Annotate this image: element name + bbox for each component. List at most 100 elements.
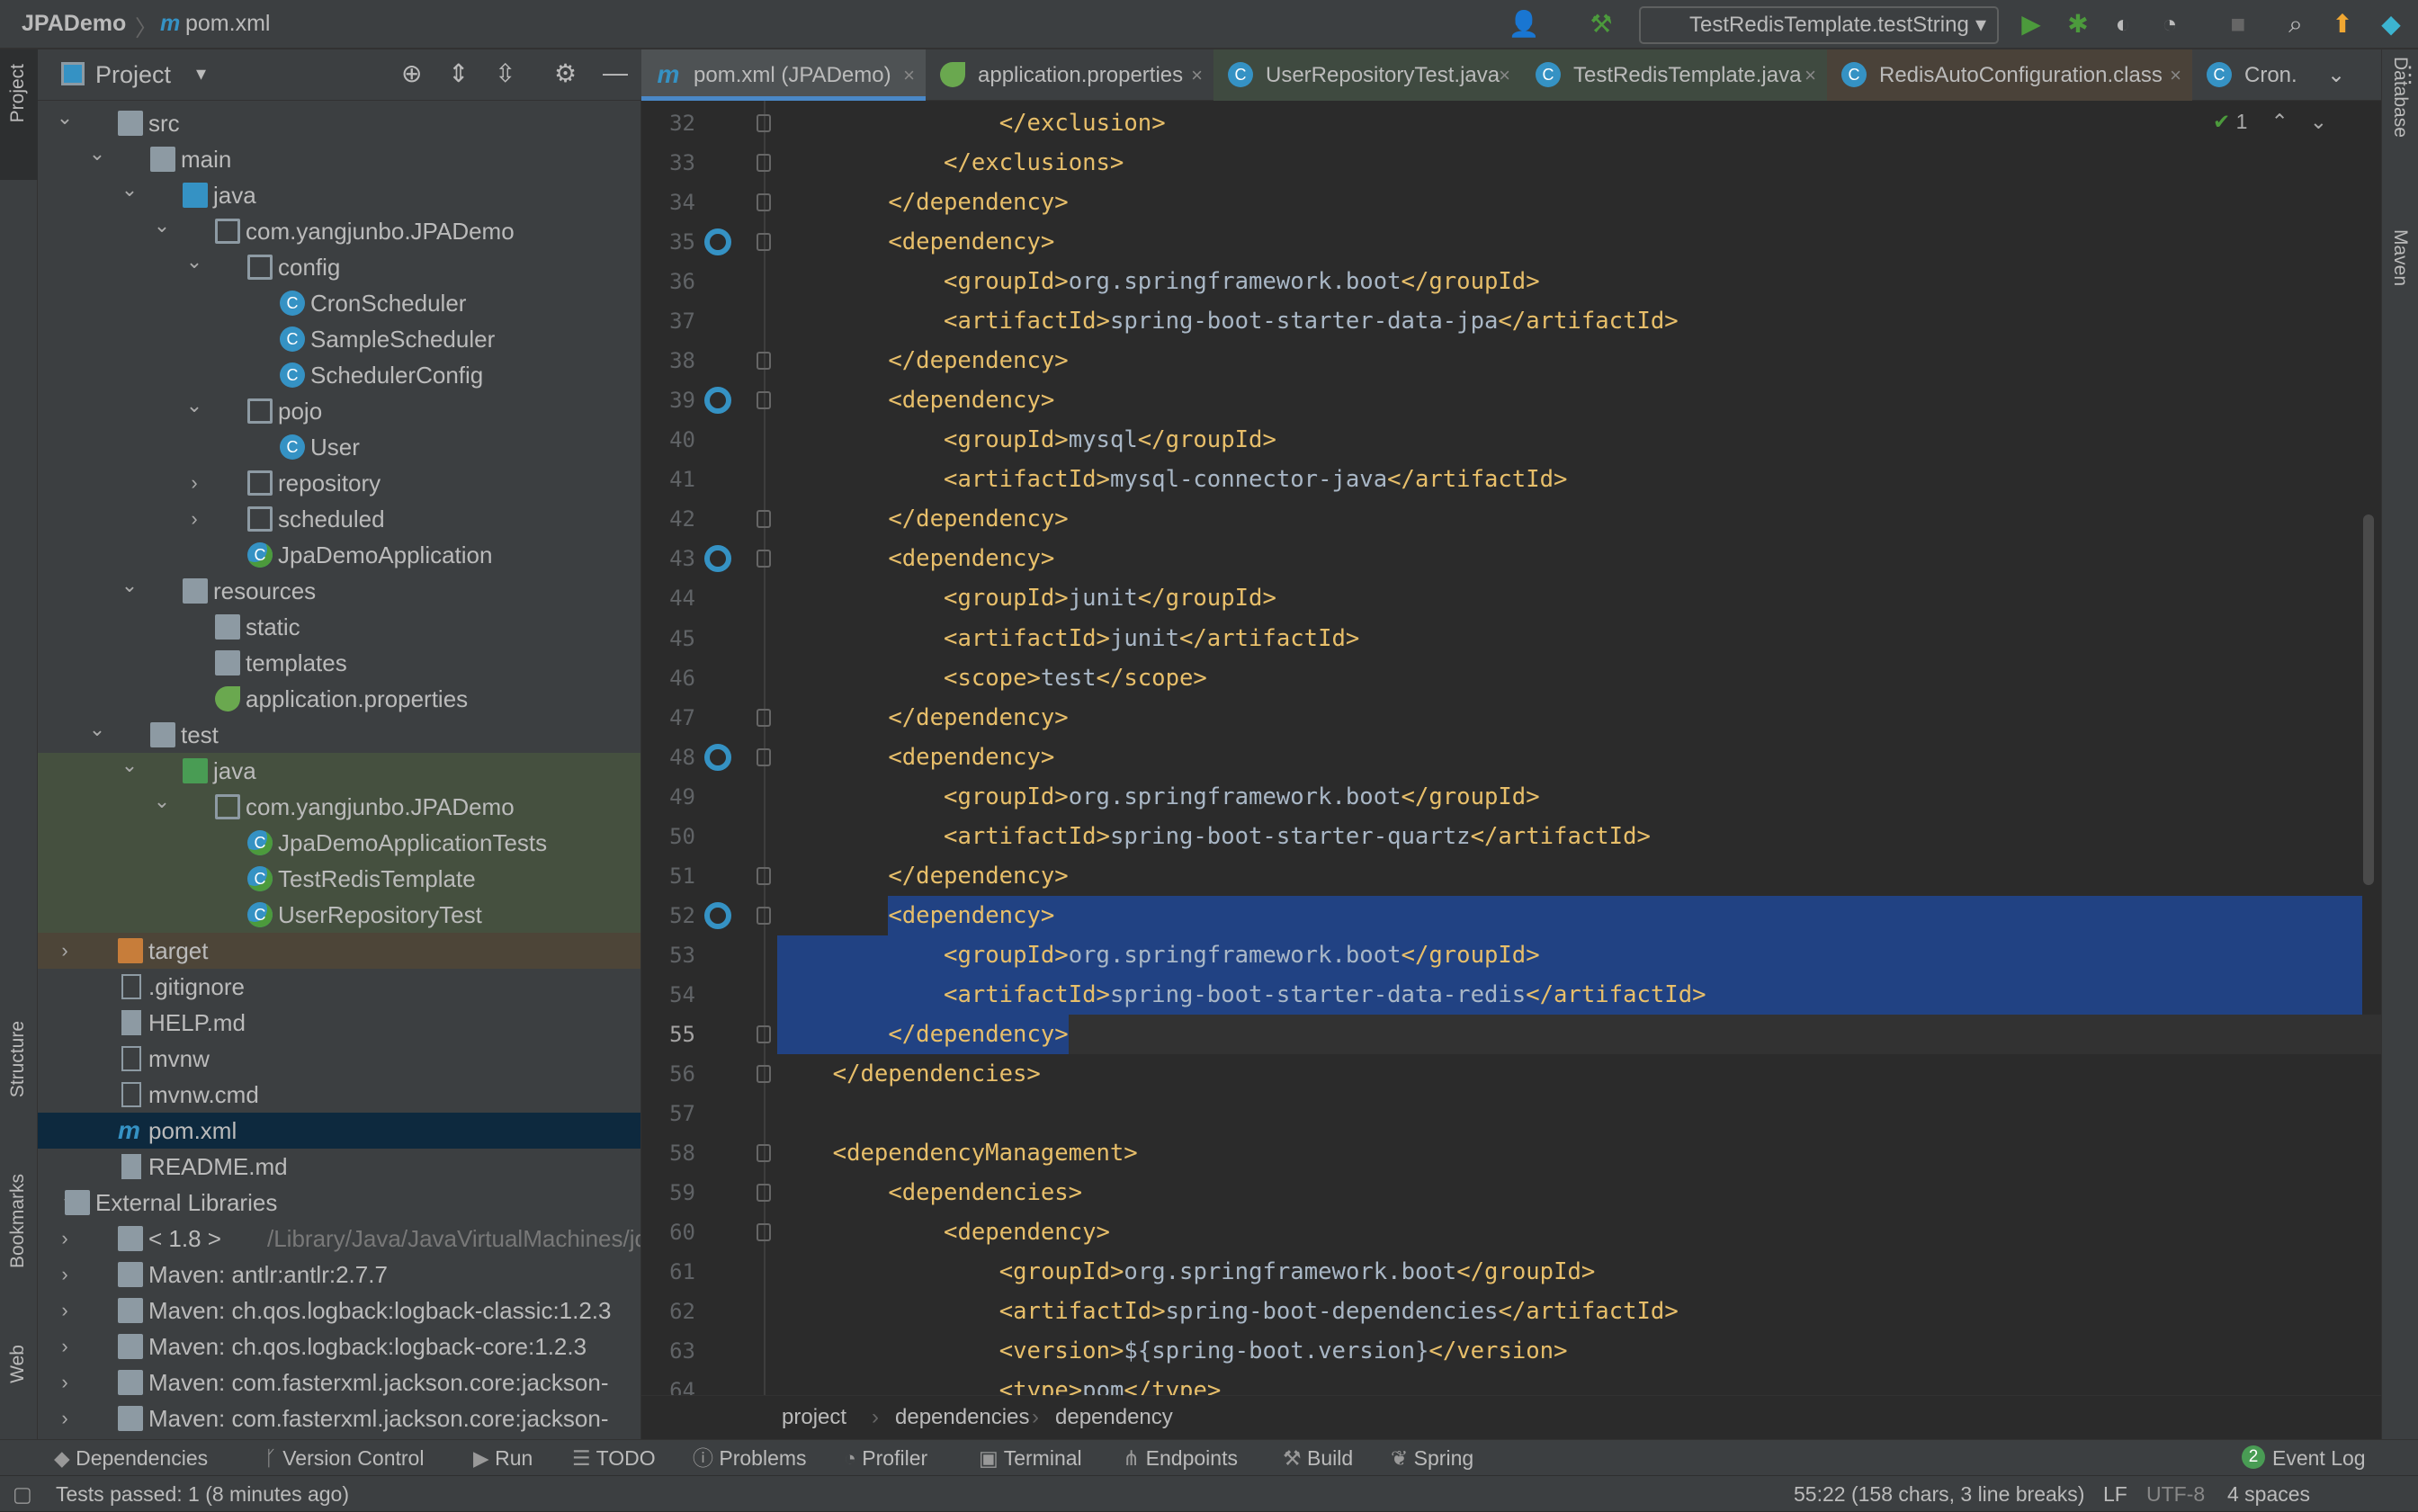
expand-all-icon[interactable]: ⇕ (448, 58, 469, 88)
maven-dependency-icon[interactable] (704, 228, 731, 256)
chevron-down-icon[interactable]: ⌄ (119, 568, 140, 604)
chevron-down-icon[interactable]: ⌄ (184, 244, 205, 280)
tool-problems[interactable]: ⓘ Problems (693, 1440, 807, 1476)
tool-todo[interactable]: ☰ TODO (572, 1440, 656, 1476)
status-message[interactable]: Tests passed: 1 (8 minutes ago) (56, 1476, 349, 1512)
hide-icon[interactable]: — (603, 58, 628, 87)
tree-item[interactable]: mvnw.cmd (38, 1077, 640, 1113)
tree-item[interactable]: › target (38, 933, 640, 969)
fold-marker-icon[interactable] (757, 550, 771, 568)
chevron-down-icon[interactable]: ⌄ (2310, 110, 2327, 133)
run-icon[interactable]: ▶ (2015, 9, 2047, 40)
tree-item[interactable]: C CronScheduler (38, 285, 640, 321)
tool-dependencies[interactable]: ◆ Dependencies (54, 1440, 208, 1476)
maven-dependency-icon[interactable] (704, 387, 731, 415)
line-separator[interactable]: LF (2103, 1476, 2127, 1512)
update-icon[interactable]: ⬆ (2326, 9, 2359, 40)
chevron-down-icon[interactable]: ⌄ (86, 711, 108, 747)
tree-item[interactable]: README.md (38, 1149, 640, 1185)
collapse-all-icon[interactable]: ⇳ (495, 58, 515, 88)
close-icon[interactable]: × (1805, 49, 1816, 101)
maven-dependency-icon[interactable] (704, 743, 731, 771)
tree-item[interactable]: ⌄ java (38, 753, 640, 789)
chevron-up-icon[interactable]: ⌃ (2270, 110, 2288, 133)
tree-item[interactable]: HELP.md (38, 1005, 640, 1041)
tree-item[interactable]: ⌄ config (38, 249, 640, 285)
run-configuration-select[interactable]: TestRedisTemplate.testString ▾ (1639, 6, 1999, 44)
chevron-right-icon[interactable]: › (54, 1400, 76, 1436)
tool-web[interactable]: Web (7, 1345, 29, 1383)
fold-marker-icon[interactable] (757, 114, 771, 132)
tree-item[interactable]: ⌄External Libraries (38, 1185, 640, 1221)
breadcrumb-project[interactable]: JPADemo (22, 11, 126, 37)
tree-item[interactable]: › Maven: com.fasterxml.jackson.core:jacks… (38, 1400, 640, 1436)
tree-item[interactable]: › Maven: ch.qos.logback:logback-core:1.2.… (38, 1329, 640, 1364)
tree-item[interactable]: ⌄ pojo (38, 393, 640, 429)
chevron-right-icon[interactable]: › (54, 1329, 76, 1364)
tool-build[interactable]: ⚒ Build (1283, 1440, 1353, 1476)
fold-marker-icon[interactable] (757, 708, 771, 727)
tree-item[interactable]: › Maven: com.fasterxml.jackson.core:jacks… (38, 1364, 640, 1400)
tree-item[interactable]: m pom.xml (38, 1113, 640, 1149)
caret-position[interactable]: 55:22 (158 chars, 3 line breaks) (1794, 1476, 2084, 1512)
tab-redisautoconfiguration-class[interactable]: C RedisAutoConfiguration.class × (1827, 49, 2192, 101)
tool-version-control[interactable]: ᚴ Version Control (264, 1440, 424, 1476)
tree-item[interactable]: C SchedulerConfig (38, 357, 640, 393)
tree-item[interactable]: application.properties (38, 681, 640, 717)
close-icon[interactable]: × (2170, 49, 2181, 101)
hammer-icon[interactable]: ⚒ (1585, 9, 1617, 40)
profile-icon[interactable]: ◔ (2154, 9, 2186, 40)
inspection-widget[interactable]: ✔ 1 ⌃ ⌄ (2213, 110, 2327, 134)
tab-testredistemplate-java[interactable]: C TestRedisTemplate.java × (1521, 49, 1827, 101)
search-icon[interactable]: ⌕ (2279, 9, 2312, 40)
tree-item[interactable]: C TestRedisTemplate (38, 861, 640, 897)
tree-item[interactable]: ⌄ src (38, 105, 640, 141)
chevron-right-icon[interactable]: › (184, 465, 205, 501)
fold-marker-icon[interactable] (757, 193, 771, 212)
chevron-down-icon[interactable]: ⌄ (151, 783, 173, 819)
maven-dependency-icon[interactable] (704, 545, 731, 573)
fold-marker-icon[interactable] (757, 866, 771, 885)
chevron-down-icon[interactable]: ⌄ (2327, 49, 2345, 101)
tab-application-properties[interactable]: application.properties × (926, 49, 1213, 101)
tool-terminal[interactable]: ▣ Terminal (979, 1440, 1082, 1476)
fold-marker-icon[interactable] (757, 1024, 771, 1043)
tree-item[interactable]: C User (38, 429, 640, 465)
tree-item[interactable]: .gitignore (38, 969, 640, 1005)
chevron-right-icon[interactable]: › (54, 1293, 76, 1329)
crumb-dependencies[interactable]: dependencies (895, 1396, 1029, 1438)
tab-userrepositorytest-java[interactable]: C UserRepositoryTest.java × (1213, 49, 1521, 101)
tree-item[interactable]: mvnw (38, 1041, 640, 1077)
close-icon[interactable]: × (903, 49, 915, 101)
tree-item[interactable]: ⌄ com.yangjunbo.JPADemo (38, 213, 640, 249)
tree-item[interactable]: › scheduled (38, 501, 640, 537)
close-icon[interactable]: × (1191, 49, 1203, 101)
tree-item[interactable]: C JpaDemoApplicationTests (38, 825, 640, 861)
fold-marker-icon[interactable] (757, 1184, 771, 1203)
coverage-icon[interactable]: ◐ (2107, 9, 2139, 40)
tool-maven[interactable]: Maven (2389, 229, 2411, 286)
tool-endpoints[interactable]: ⋔ Endpoints (1123, 1440, 1238, 1476)
code-editor[interactable]: 32 </exclusion> 33 </exclusions> 34 </depende… (641, 101, 2381, 1395)
fold-marker-icon[interactable] (757, 906, 771, 925)
locate-icon[interactable]: ⊕ (401, 58, 422, 88)
chevron-right-icon[interactable]: › (54, 933, 76, 969)
close-icon[interactable]: × (1499, 49, 1510, 101)
fold-marker-icon[interactable] (757, 352, 771, 371)
tree-item[interactable]: › < 1.8 > /Library/Java/JavaVirtualMachine… (38, 1221, 640, 1257)
tool-event-log[interactable]: Event Log (2272, 1440, 2366, 1476)
scrollbar-thumb[interactable] (2363, 514, 2374, 885)
chevron-right-icon[interactable]: › (54, 1364, 76, 1400)
panel-toggle-icon[interactable]: ▢ (13, 1476, 32, 1512)
chevron-down-icon[interactable]: ⌄ (86, 136, 108, 172)
tree-item[interactable]: C UserRepositoryTest (38, 897, 640, 933)
fold-marker-icon[interactable] (757, 1064, 771, 1083)
tree-item[interactable]: › repository (38, 465, 640, 501)
chevron-right-icon[interactable]: › (184, 501, 205, 537)
tab-pom-xml-jpademo-[interactable]: m pom.xml (JPADemo) × (641, 49, 926, 101)
tool-project[interactable]: Project (7, 64, 29, 122)
chevron-down-icon[interactable]: ⌄ (184, 388, 205, 424)
debug-icon[interactable]: ✱ (2062, 9, 2094, 40)
tool-bookmarks[interactable]: Bookmarks (7, 1174, 29, 1268)
tree-item[interactable]: ⌄ com.yangjunbo.JPADemo (38, 789, 640, 825)
